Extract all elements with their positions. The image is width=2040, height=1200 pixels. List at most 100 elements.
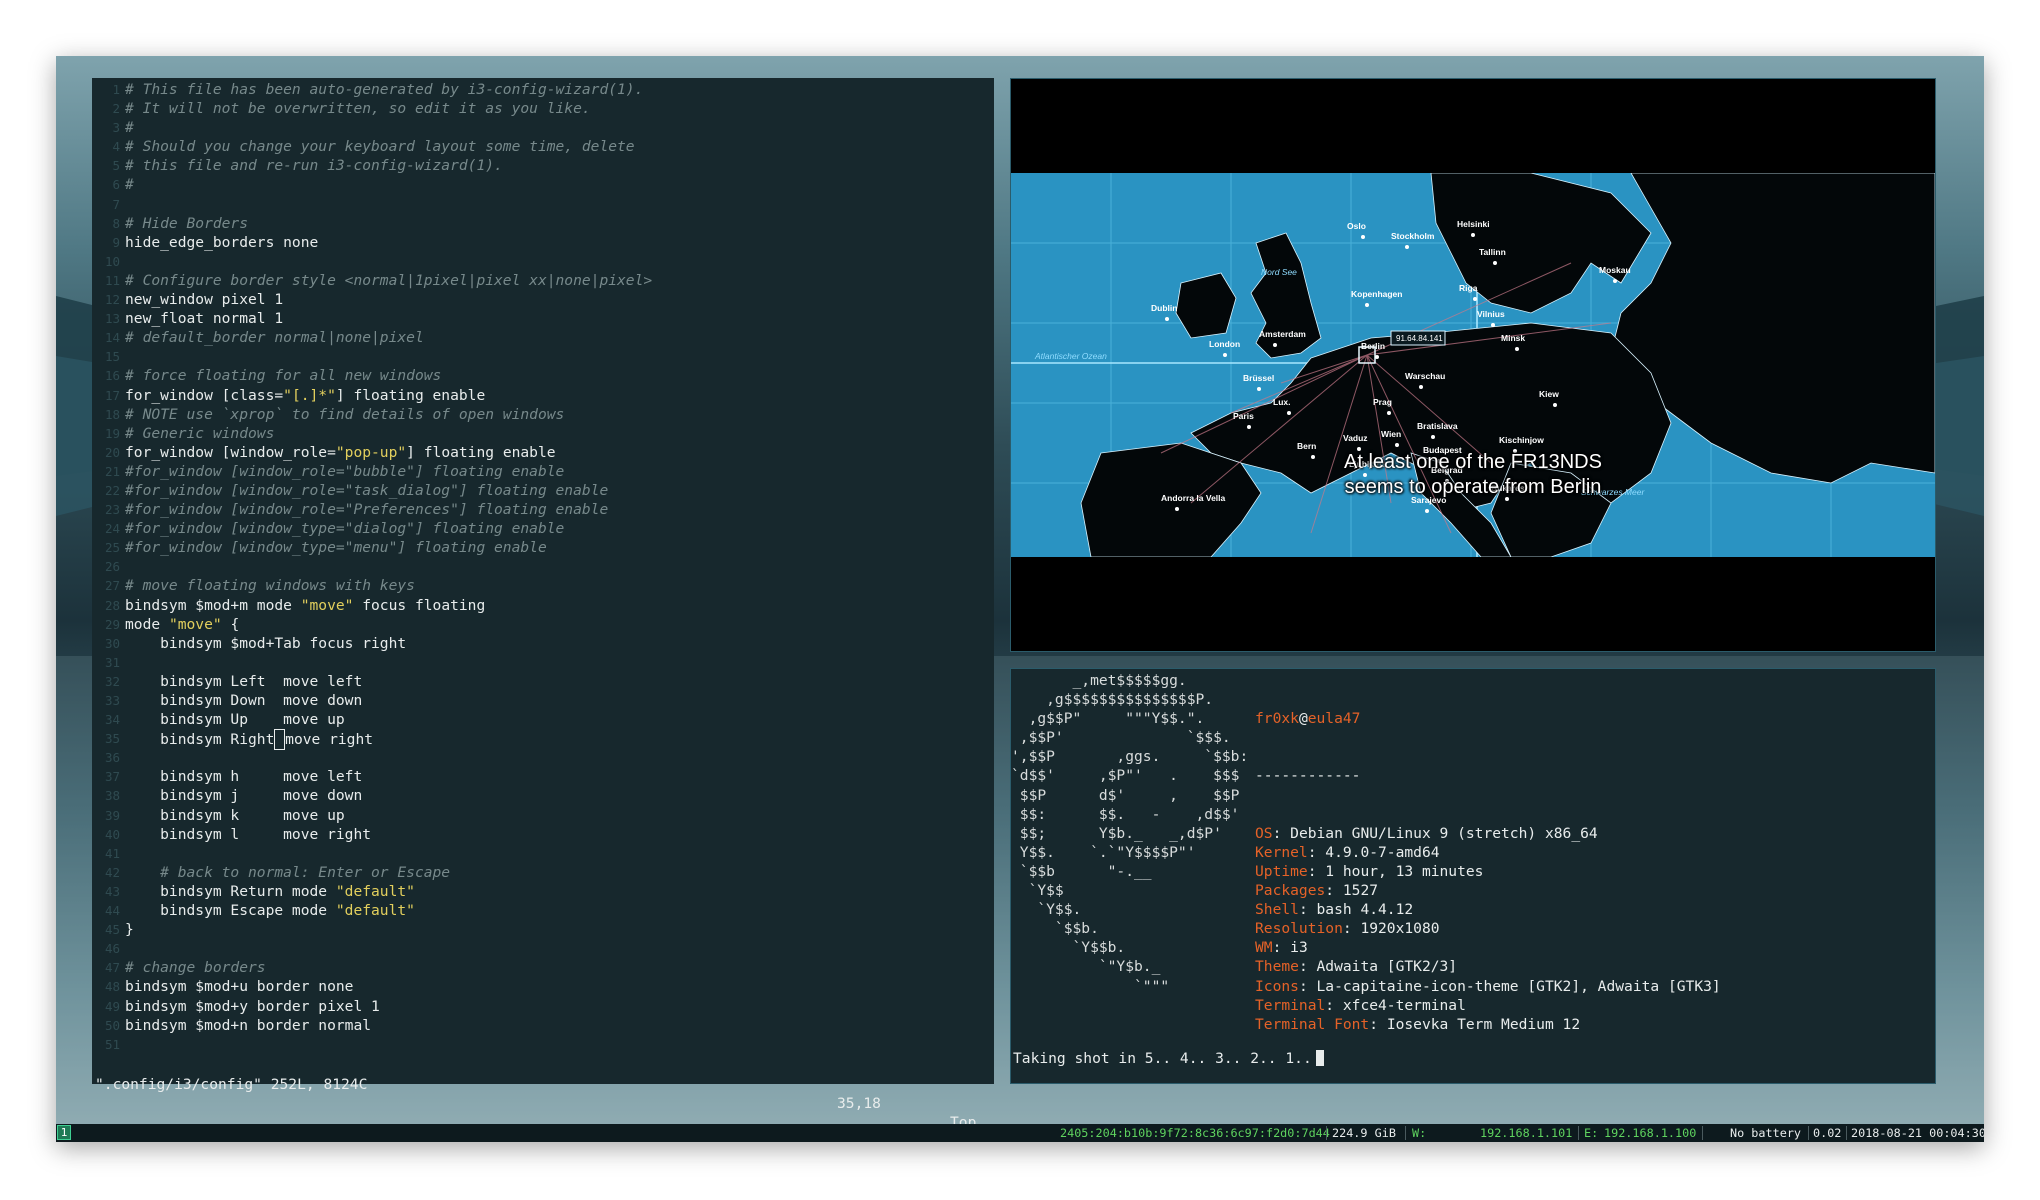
city-marker [1257,387,1261,391]
load-average: 0.02 [1813,1126,1842,1140]
vim-line[interactable]: 12 new_window pixel 1 [92,290,994,309]
vim-line[interactable]: 5 # this file and re-run i3-config-wizard… [92,156,994,175]
vim-line-text: # It will not be overwritten, so edit it… [125,99,591,118]
logo-line: ,g$$P" """Y$$.". [1011,710,1205,728]
vim-line-number: 29 [104,616,120,632]
neofetch-value: 1527 [1342,882,1379,900]
video-subtitle-line-2: seems to operate from Berlin [1344,476,1602,498]
vim-line[interactable]: 49 bindsym $mod+y border pixel 1 [92,997,994,1016]
vim-line[interactable]: 44 bindsym Escape mode "default" [92,901,994,920]
neofetch-value: 4.9.0-7-amd64 [1325,843,1440,861]
vim-line[interactable]: 35 bindsym Right move right [92,729,994,751]
vim-cursor-position: 35,18 [837,1095,881,1113]
vim-line[interactable]: 41 [92,844,994,863]
vim-line[interactable]: 25 #for_window [window_type="menu"] float… [92,538,994,557]
vim-token: hide_edge_borders none [125,233,319,251]
video-player-window[interactable]: 91.64.84.141 Oslo Stockholm Helsinki Tallin… [1010,78,1936,652]
vim-line[interactable]: 50 bindsym $mod+n border normal [92,1016,994,1035]
city-label: Moskau [1599,265,1631,275]
vim-line[interactable]: 20 for_window [window_role="pop-up"] floa… [92,443,994,462]
vim-line[interactable]: 8 # Hide Borders [92,214,994,233]
vim-line[interactable]: 4 # Should you change your keyboard layou… [92,137,994,156]
vim-line[interactable]: 33 bindsym Down move down [92,691,994,710]
vim-line[interactable]: 24 #for_window [window_type="dialog"] flo… [92,519,994,538]
vim-line[interactable]: 37 bindsym h move left [92,767,994,786]
vim-token: "move" [300,596,354,614]
vim-line[interactable]: 43 bindsym Return mode "default" [92,882,994,901]
bar-separator [1405,1126,1406,1140]
vim-token: # NOTE use `xprop` to find details of op… [125,405,565,423]
vim-line[interactable]: 34 bindsym Up move up [92,710,994,729]
vim-line[interactable]: 30 bindsym $mod+Tab focus right [92,634,994,653]
vim-line[interactable]: 15 [92,347,994,366]
neofetch-key: Theme [1255,958,1299,976]
vim-line[interactable]: 48 bindsym $mod+u border none [92,977,994,996]
vim-token: bindsym $mod+y border pixel 1 [125,997,380,1015]
city-marker [1405,245,1409,249]
city-marker [1431,435,1435,439]
vim-line[interactable]: 19 # Generic windows [92,424,994,443]
vim-token: # change borders [125,959,266,977]
vim-line[interactable]: 31 [92,653,994,672]
vim-line[interactable]: 21 #for_window [window_role="bubble"] flo… [92,462,994,481]
vim-line-number: 5 [112,158,120,174]
vim-line-number: 33 [104,693,120,708]
vim-buffer[interactable]: 1 # This file has been auto-generated by … [92,80,994,1054]
vim-line[interactable]: 45} [92,920,994,939]
vim-line[interactable]: 2 # It will not be overwritten, so edit i… [92,99,994,118]
neofetch-value: Iosevka Term Medium 12 [1386,1015,1581,1033]
vim-line[interactable]: 18 # NOTE use `xprop` to find details of … [92,405,994,424]
vim-line[interactable]: 36 [92,748,994,767]
city-label: Amsterdam [1259,329,1306,339]
vim-line[interactable]: 23 #for_window [window_role="Preferences"… [92,500,994,519]
vim-line-number: 41 [104,845,120,861]
city-label: Oslo [1347,221,1366,231]
vim-line[interactable]: 9 hide_edge_borders none [92,233,994,252]
vim-token: "default" [335,902,415,920]
vim-line[interactable]: 3 # [92,118,994,137]
vim-line[interactable]: 7 [92,195,994,214]
vim-line[interactable]: 27 # move floating windows with keys [92,576,994,595]
vim-line[interactable]: 22 #for_window [window_role="task_dialog"… [92,481,994,500]
vim-editor-window[interactable]: 1 # This file has been auto-generated by … [92,78,994,1131]
vim-line[interactable]: 40 bindsym l move right [92,825,994,844]
vim-line-text: # Should you change your keyboard layout… [125,137,635,156]
vim-line[interactable]: 46 [92,939,994,958]
vim-line[interactable]: 11 # Configure border style <normal|1pixe… [92,271,994,290]
vim-line-text: #for_window [window_role="task_dialog"] … [125,481,608,500]
vim-line[interactable]: 51 [92,1035,994,1054]
terminal-prompt-line[interactable]: Taking shot in 5.. 4.. 3.. 2.. 1.. [1013,1049,1324,1068]
city-label: Minsk [1501,333,1525,343]
neofetch-colon: : [1307,862,1326,880]
vim-line[interactable]: 10 [92,252,994,271]
vim-line[interactable]: 28 bindsym $mod+m mode "move" focus float… [92,596,994,615]
vim-line-number: 43 [104,883,120,899]
vim-line-text: mode "move" { [125,615,239,634]
vim-line-number: 31 [104,654,120,670]
neofetch-key: Kernel [1255,843,1308,861]
vim-line-number: 36 [104,750,120,766]
vim-statusline: ".config/i3/config" 252L, 8124C 35,18 To… [92,1056,994,1131]
vim-line[interactable]: 38 bindsym j move down [92,786,994,805]
vim-line[interactable]: 16 # force floating for all new windows [92,366,994,385]
vim-line[interactable]: 1 # This file has been auto-generated by … [92,80,994,99]
city-label: London [1209,339,1240,349]
vim-line[interactable]: 26 [92,557,994,576]
vim-token: "pop-up" [335,443,407,461]
vim-line[interactable]: 6 # [92,175,994,194]
vim-line[interactable]: 17 for_window [class="[.]*"] floating ena… [92,386,994,405]
vim-line[interactable]: 32 bindsym Left move left [92,672,994,691]
vim-line[interactable]: 39 bindsym k move up [92,806,994,825]
europe-map-frame: 91.64.84.141 Oslo Stockholm Helsinki Tallin… [1011,173,1935,557]
logo-line: ',$$P ,ggs. `$$b: [1011,748,1249,766]
workspace-button-1[interactable]: 1 [57,1125,71,1140]
vim-line[interactable]: 29 mode "move" { [92,615,994,634]
vim-line[interactable]: 42 # back to normal: Enter or Escape [92,863,994,882]
vim-line-text: #for_window [window_type="menu"] floatin… [125,538,547,557]
vim-token: # this file and re-run i3-config-wizard(… [125,157,503,175]
vim-line[interactable]: 13 new_float normal 1 [92,309,994,328]
vim-line-number: 28 [104,597,120,613]
terminal-window[interactable]: _,met$$$$$gg. ,g$$$$$$$$$$$$$$$P. ,g$$P"… [1010,668,1936,1084]
vim-line[interactable]: 14 # default_border normal|none|pixel [92,328,994,347]
vim-line[interactable]: 47 # change borders [92,958,994,977]
